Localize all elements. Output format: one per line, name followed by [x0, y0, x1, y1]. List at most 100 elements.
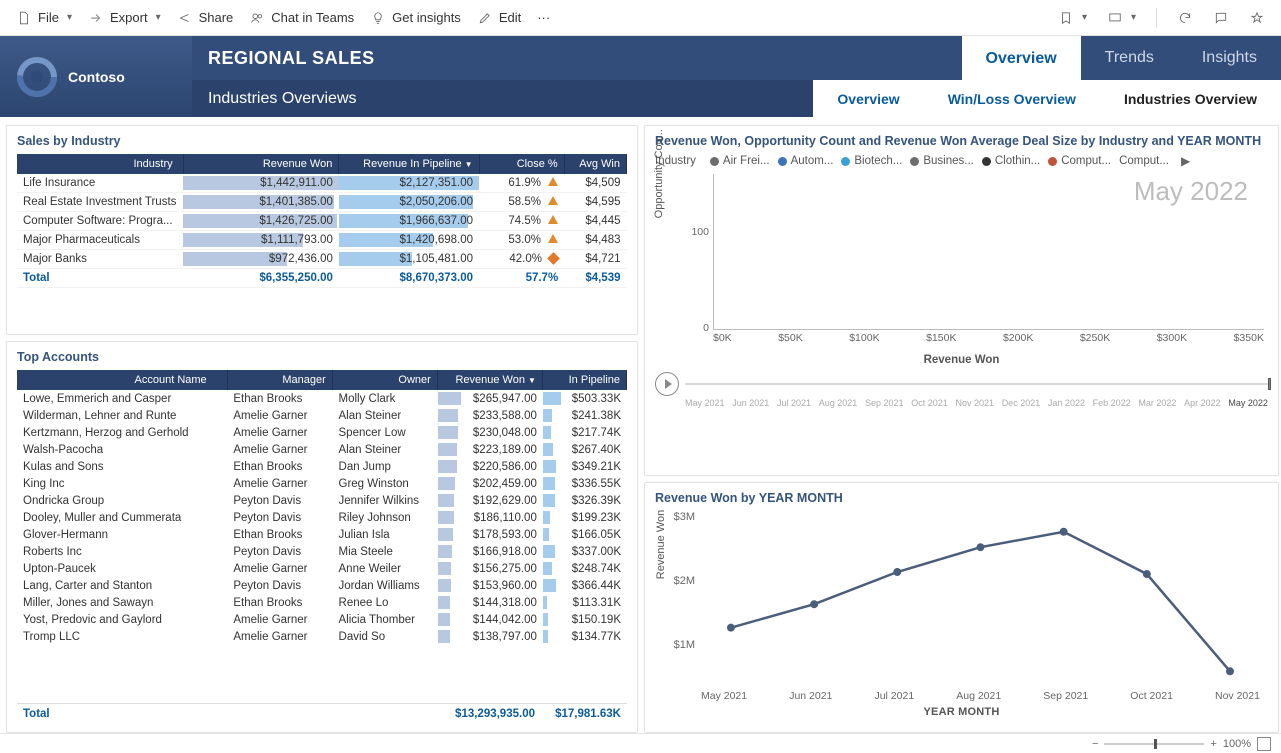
zoom-in-button[interactable]: + — [1210, 738, 1216, 750]
line-plot-area[interactable] — [701, 517, 1260, 686]
table-row[interactable]: Roberts IncPeyton DavisMia Steele$166,91… — [17, 543, 627, 560]
table-row[interactable]: Kulas and SonsEthan BrooksDan Jump$220,5… — [17, 458, 627, 475]
top-toolbar: File ▾ Export ▾ Share Chat in Teams Get … — [0, 0, 1281, 36]
main-tab-insights[interactable]: Insights — [1178, 36, 1281, 80]
view-menu[interactable]: ▾ — [1099, 6, 1144, 30]
line-x-label: YEAR MONTH — [655, 706, 1268, 718]
sub-tab[interactable]: Win/Loss Overview — [924, 80, 1100, 117]
table-row[interactable]: Upton-PaucekAmelie GarnerAnne Weiler$156… — [17, 560, 627, 577]
sales-industry-table: IndustryRevenue WonRevenue In Pipeline▼C… — [17, 154, 627, 288]
total-row: Total$6,355,250.00$8,670,373.0057.7%$4,5… — [17, 269, 627, 288]
table-row[interactable]: Major Banks$972,436.00$1,105,481.0042.0%… — [17, 250, 627, 269]
table-row[interactable]: Real Estate Investment Trusts$1,401,385.… — [17, 193, 627, 212]
legend-item[interactable]: Autom... — [778, 155, 834, 167]
file-menu[interactable]: File ▾ — [8, 6, 80, 30]
legend-item[interactable]: Busines... — [910, 155, 974, 167]
file-icon — [16, 10, 32, 26]
fit-page-icon[interactable] — [1257, 737, 1271, 751]
legend-item[interactable]: Comput... — [1119, 155, 1169, 167]
scatter-x-label: Revenue Won — [655, 354, 1268, 366]
column-header[interactable]: Account Name — [17, 370, 227, 390]
bookmark-icon — [1058, 10, 1074, 26]
line-x-ticks: May 2021Jun 2021Jul 2021Aug 2021Sep 2021… — [701, 690, 1260, 702]
zoom-out-button[interactable]: − — [1092, 738, 1098, 750]
share-button[interactable]: Share — [169, 6, 242, 30]
table-row[interactable]: Yost, Predovic and GaylordAmelie GarnerA… — [17, 611, 627, 628]
table-row[interactable]: Lang, Carter and StantonPeyton DavisJord… — [17, 577, 627, 594]
scatter-title: Revenue Won, Opportunity Count and Reven… — [655, 134, 1268, 148]
table-row[interactable]: Computer Software: Progra...$1,426,725.0… — [17, 212, 627, 231]
play-button[interactable] — [655, 372, 679, 396]
comment-icon — [1213, 10, 1229, 26]
column-header[interactable]: Owner — [332, 370, 437, 390]
share-icon — [177, 10, 193, 26]
table-row[interactable]: Ondricka GroupPeyton DavisJennifer Wilki… — [17, 492, 627, 509]
chevron-down-icon: ▾ — [67, 12, 72, 23]
sub-tab[interactable]: Overview — [813, 80, 923, 117]
bookmark-menu[interactable]: ▾ — [1050, 6, 1095, 30]
top-accounts-total-row: Total $13,293,935.00 $17,981.63K — [17, 703, 627, 724]
table-row[interactable]: Walsh-PacochaAmelie GarnerAlan Steiner$2… — [17, 441, 627, 458]
column-header[interactable]: Revenue Won▼ — [437, 370, 542, 390]
legend-item[interactable]: Clothin... — [982, 155, 1040, 167]
chat-label: Chat in Teams — [271, 10, 354, 25]
table-row[interactable]: Dooley, Muller and CummerataPeyton Davis… — [17, 509, 627, 526]
line-chart-card: Revenue Won by YEAR MONTH Revenue Won $1… — [644, 482, 1279, 733]
legend-item[interactable]: Comput... — [1048, 155, 1111, 167]
legend-item[interactable]: Biotech... — [841, 155, 902, 167]
get-insights-button[interactable]: Get insights — [362, 6, 469, 30]
scatter-y-tick: 100 — [681, 226, 709, 238]
brand-name: Contoso — [68, 69, 125, 85]
zoom-value: 100% — [1223, 738, 1251, 750]
scatter-x-ticks: $0K$50K$100K$150K$200K$250K$300K$350K — [713, 332, 1264, 352]
edit-label: Edit — [499, 10, 521, 25]
zoom-slider[interactable] — [1104, 743, 1204, 745]
table-row[interactable]: Major Pharmaceuticals$1,111,793.00$1,420… — [17, 231, 627, 250]
column-header[interactable]: Revenue Won — [183, 154, 339, 174]
brand-logo — [16, 56, 58, 98]
main-tab-trends[interactable]: Trends — [1081, 36, 1178, 80]
timeline-ticks: May 2021Jun 2021Jul 2021Aug 2021Sep 2021… — [685, 398, 1268, 408]
screen-icon — [1107, 10, 1123, 26]
star-icon — [1249, 10, 1265, 26]
timeline-slider[interactable] — [685, 375, 1268, 393]
more-menu[interactable]: ··· — [529, 6, 558, 29]
comment-button[interactable] — [1205, 6, 1237, 30]
table-row[interactable]: King IncAmelie GarnerGreg Winston$202,45… — [17, 475, 627, 492]
export-menu[interactable]: Export ▾ — [80, 6, 169, 30]
play-icon — [665, 379, 672, 389]
table-row[interactable]: Kertzmann, Herzog and GerholdAmelie Garn… — [17, 424, 627, 441]
line-title: Revenue Won by YEAR MONTH — [655, 491, 1268, 505]
table-row[interactable]: Lowe, Emmerich and CasperEthan BrooksMol… — [17, 390, 627, 407]
report-body: Revenue Won, Opportunity Count and Reven… — [0, 117, 1281, 741]
legend-item[interactable]: Air Frei... — [710, 155, 770, 167]
column-header[interactable]: Industry — [17, 154, 183, 174]
table-row[interactable]: Wilderman, Lehner and RunteAmelie Garner… — [17, 407, 627, 424]
total-won: $13,293,935.00 — [435, 708, 535, 720]
insights-label: Get insights — [392, 10, 461, 25]
edit-button[interactable]: Edit — [469, 6, 529, 30]
scatter-plot-area[interactable] — [713, 174, 1264, 330]
main-tab-overview[interactable]: Overview — [962, 36, 1081, 80]
table-row[interactable]: Miller, Jones and SawaynEthan BrooksRene… — [17, 594, 627, 611]
table-row[interactable]: Glover-HermannEthan BrooksJulian Isla$17… — [17, 526, 627, 543]
table-row[interactable]: Tromp LLCAmelie GarnerDavid So$138,797.0… — [17, 628, 627, 645]
top-accounts-card: Top Accounts Account NameManagerOwnerRev… — [6, 341, 638, 733]
lightbulb-icon — [370, 10, 386, 26]
favorite-button[interactable] — [1241, 6, 1273, 30]
teams-icon — [249, 10, 265, 26]
column-header[interactable]: In Pipeline — [542, 370, 626, 390]
top-accounts-title: Top Accounts — [17, 350, 627, 364]
sub-tab[interactable]: Industries Overview — [1100, 80, 1281, 117]
legend-next-icon[interactable]: ▶ — [1181, 154, 1190, 168]
column-header[interactable]: Revenue In Pipeline▼ — [339, 154, 479, 174]
chevron-down-icon: ▾ — [1082, 12, 1087, 23]
refresh-button[interactable] — [1169, 6, 1201, 30]
report-subtitle: Industries Overviews — [208, 90, 357, 108]
status-bar: − + 100% — [0, 733, 1281, 753]
column-header[interactable]: Avg Win — [564, 154, 626, 174]
column-header[interactable]: Manager — [227, 370, 332, 390]
table-row[interactable]: Life Insurance$1,442,911.00$2,127,351.00… — [17, 174, 627, 193]
chat-teams-button[interactable]: Chat in Teams — [241, 6, 362, 30]
column-header[interactable]: Close % — [479, 154, 564, 174]
